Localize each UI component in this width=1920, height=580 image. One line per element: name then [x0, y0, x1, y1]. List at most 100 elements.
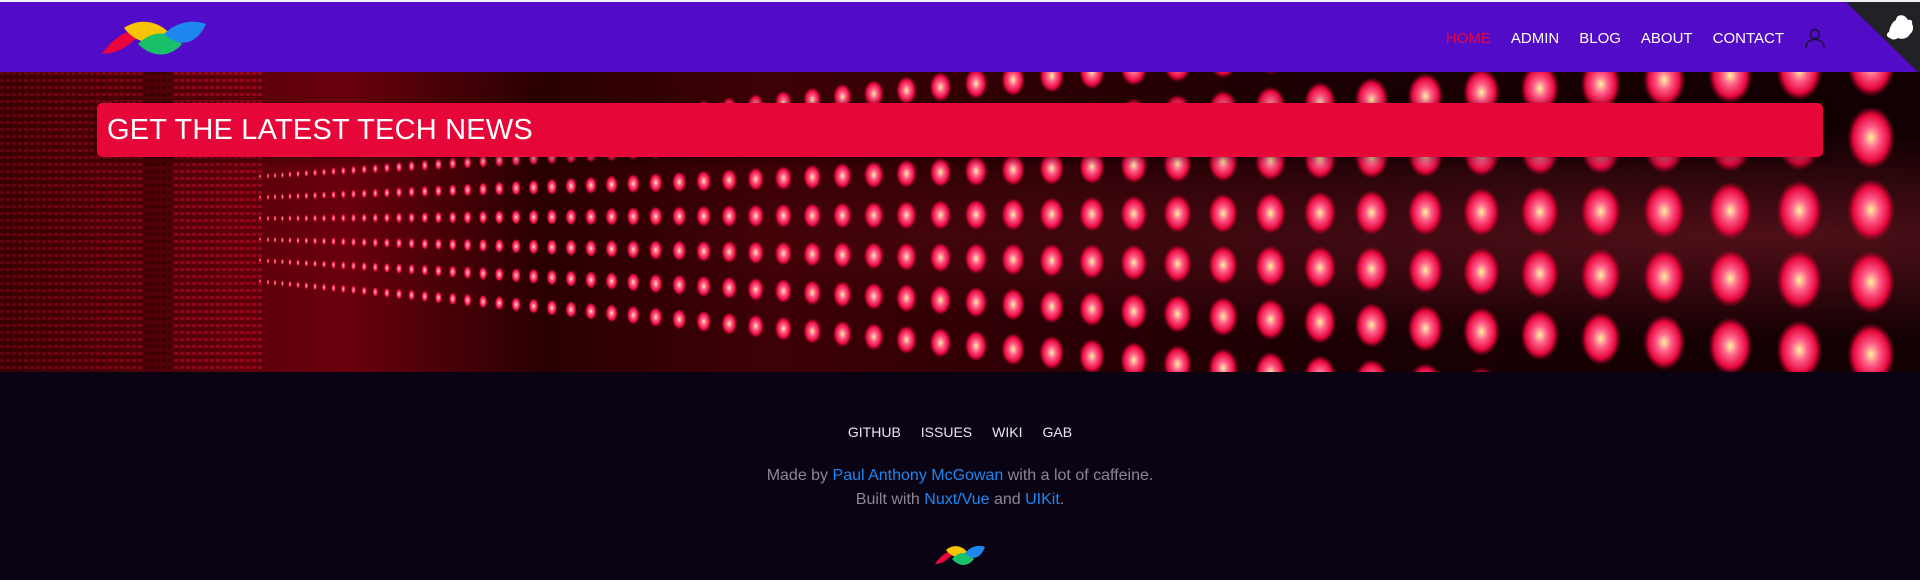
- led-pixel: [216, 352, 220, 355]
- led-pixel: [210, 93, 214, 96]
- led-pixel: [84, 226, 88, 229]
- led-dot: [929, 285, 952, 316]
- led-pixel: [180, 170, 184, 173]
- led-pixel: [132, 198, 136, 201]
- led-pixel: [228, 296, 232, 299]
- led-dot: [1208, 193, 1238, 234]
- led-pixel: [42, 149, 46, 152]
- logo-icon[interactable]: [100, 18, 208, 60]
- led-pixel: [216, 177, 220, 180]
- led-pixel: [24, 289, 28, 292]
- led-pixel: [66, 79, 70, 82]
- led-pixel: [228, 170, 232, 173]
- led-pixel: [48, 233, 52, 236]
- led-pixel: [174, 86, 178, 89]
- led-pixel: [66, 93, 70, 96]
- footer-link-wiki[interactable]: WIKI: [992, 424, 1022, 440]
- author-link[interactable]: Paul Anthony McGowan: [833, 467, 1004, 484]
- led-pixel: [258, 282, 262, 285]
- led-dot: [361, 261, 367, 272]
- led-pixel: [54, 254, 58, 257]
- led-pixel: [12, 149, 16, 152]
- led-pixel: [6, 72, 10, 75]
- led-pixel: [168, 282, 172, 285]
- led-dot: [747, 277, 764, 302]
- led-pixel: [150, 212, 154, 215]
- led-dot: [340, 260, 346, 270]
- led-pixel: [0, 212, 4, 215]
- led-dot: [1255, 245, 1286, 287]
- led-pixel: [234, 184, 238, 187]
- led-pixel: [72, 233, 76, 236]
- uikit-link[interactable]: UIKit: [1025, 491, 1060, 508]
- nav-blog[interactable]: BLOG: [1579, 31, 1621, 46]
- led-pixel: [60, 177, 64, 180]
- led-pixel: [192, 331, 196, 334]
- led-pixel: [138, 324, 142, 327]
- led-pixel: [90, 142, 94, 145]
- led-pixel: [0, 93, 4, 96]
- led-pixel: [108, 275, 112, 278]
- led-pixel: [54, 191, 58, 194]
- led-pixel: [138, 331, 142, 334]
- github-corner-icon[interactable]: [1840, 2, 1920, 74]
- led-dot: [1520, 309, 1560, 361]
- led-pixel: [24, 170, 28, 173]
- led-pixel: [156, 359, 160, 362]
- led-pixel: [168, 366, 172, 369]
- led-pixel: [102, 310, 106, 313]
- led-pixel: [156, 198, 160, 201]
- led-dot: [1001, 153, 1025, 186]
- nav-admin[interactable]: ADMIN: [1511, 31, 1559, 46]
- led-pixel: [72, 268, 76, 271]
- led-pixel: [54, 219, 58, 222]
- led-pixel: [0, 156, 4, 159]
- nuxt-vue-link[interactable]: Nuxt/Vue: [924, 491, 989, 508]
- led-pixel: [30, 275, 34, 278]
- led-pixel: [252, 317, 256, 320]
- led-pixel: [180, 352, 184, 355]
- led-pixel: [72, 128, 76, 131]
- led-pixel: [174, 359, 178, 362]
- led-pixel: [0, 100, 4, 103]
- led-pixel: [24, 86, 28, 89]
- led-pixel: [102, 359, 106, 362]
- led-pixel: [120, 345, 124, 348]
- led-dot: [351, 261, 356, 271]
- led-pixel: [192, 205, 196, 208]
- led-pixel: [240, 170, 244, 173]
- led-pixel: [150, 289, 154, 292]
- led-pixel: [162, 233, 166, 236]
- led-pixel: [150, 233, 154, 236]
- led-pixel: [150, 338, 154, 341]
- nav-home[interactable]: HOME: [1446, 31, 1491, 46]
- led-dot: [1643, 248, 1686, 305]
- led-pixel: [30, 107, 34, 110]
- footer-link-issues[interactable]: ISSUES: [921, 424, 972, 440]
- nav-about[interactable]: ABOUT: [1641, 31, 1693, 46]
- led-pixel: [180, 79, 184, 82]
- led-pixel: [246, 247, 250, 250]
- led-dot: [747, 314, 764, 338]
- led-dot: [273, 215, 277, 222]
- user-icon[interactable]: [1804, 27, 1826, 49]
- led-pixel: [24, 72, 28, 75]
- led-pixel: [228, 233, 232, 236]
- led-pixel: [60, 331, 64, 334]
- led-dot: [605, 175, 618, 194]
- footer-logo-icon[interactable]: [934, 544, 986, 568]
- led-pixel: [168, 170, 172, 173]
- led-pixel: [30, 135, 34, 138]
- led-pixel: [102, 226, 106, 229]
- footer-link-github[interactable]: GITHUB: [848, 424, 901, 440]
- led-pixel: [30, 254, 34, 257]
- led-pixel: [180, 338, 184, 341]
- footer-link-gab[interactable]: GAB: [1043, 424, 1073, 440]
- led-pixel: [162, 331, 166, 334]
- led-pixel: [24, 317, 28, 320]
- led-pixel: [204, 240, 208, 243]
- led-pixel: [90, 268, 94, 271]
- led-pixel: [156, 163, 160, 166]
- nav-contact[interactable]: CONTACT: [1713, 31, 1784, 46]
- led-pixel: [162, 366, 166, 369]
